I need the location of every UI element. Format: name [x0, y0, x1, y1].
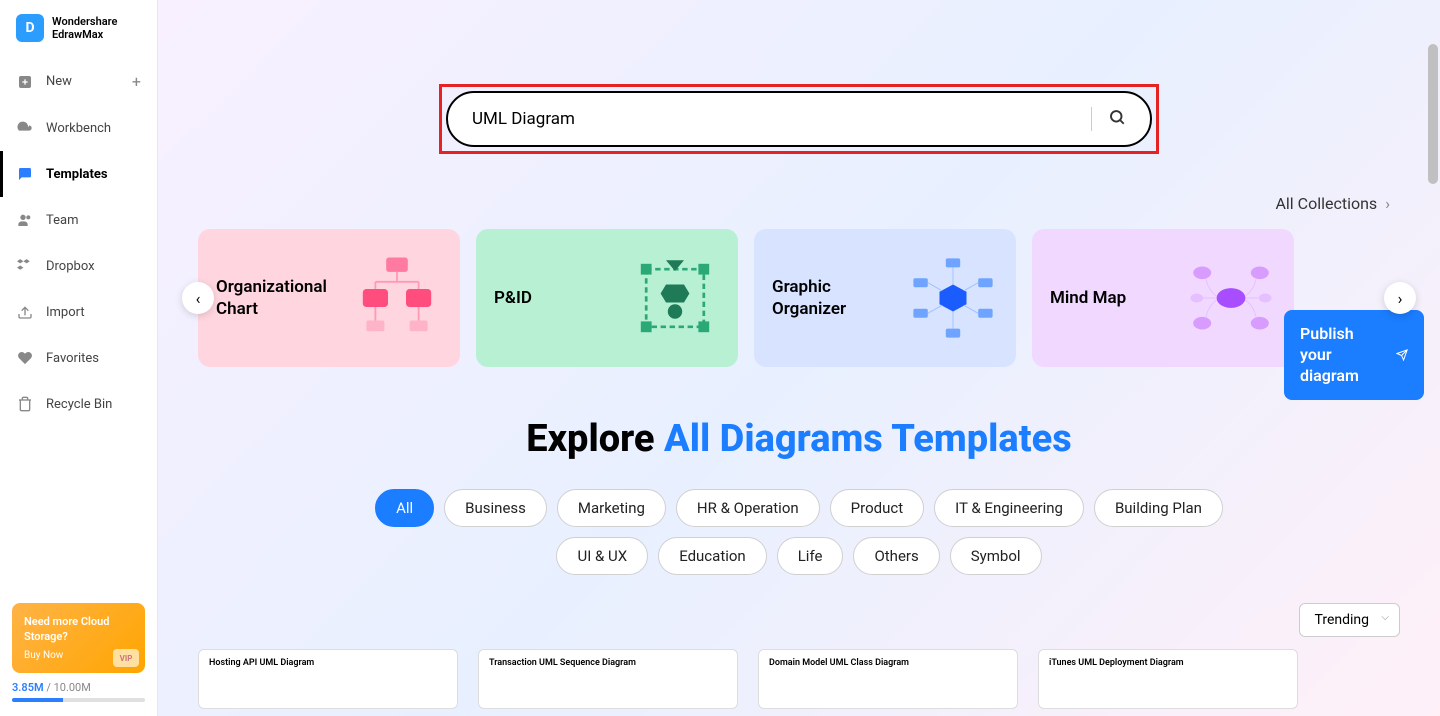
pill-building-plan[interactable]: Building Plan	[1094, 489, 1223, 527]
sort-row: Trending ⌵	[198, 603, 1400, 637]
card-illustration	[630, 253, 720, 343]
collections-row: All Collections ›	[198, 194, 1400, 213]
dropbox-icon	[16, 257, 34, 275]
pill-product[interactable]: Product	[830, 489, 924, 527]
card-title: Mind Map	[1050, 287, 1126, 309]
cards-prev-button[interactable]: ‹	[182, 282, 214, 314]
sidebar: D Wondershare EdrawMax New + Workbench Temp…	[0, 0, 158, 716]
sidebar-item-label: Favorites	[46, 351, 99, 366]
category-card-pid[interactable]: P&ID	[476, 229, 738, 367]
storage-bar-fill	[12, 698, 63, 702]
search-divider	[1091, 107, 1092, 131]
card-illustration	[908, 253, 998, 343]
pill-marketing[interactable]: Marketing	[557, 489, 666, 527]
sidebar-item-team[interactable]: Team	[0, 197, 157, 243]
storage-promo[interactable]: Need more Cloud Storage? Buy Now VIP	[12, 603, 145, 673]
template-card[interactable]: Hosting API UML Diagram	[198, 649, 458, 709]
message-square-icon	[16, 165, 34, 183]
trash-icon	[16, 395, 34, 413]
publish-diagram-button[interactable]: Publish your diagram	[1284, 310, 1424, 400]
template-card[interactable]: Domain Model UML Class Diagram	[758, 649, 1018, 709]
search-button[interactable]	[1108, 108, 1126, 130]
storage-usage: 3.85M / 10.00M	[0, 681, 157, 702]
card-illustration	[1186, 253, 1276, 343]
sidebar-item-dropbox[interactable]: Dropbox	[0, 243, 157, 289]
upload-icon	[16, 303, 34, 321]
pill-all[interactable]: All	[375, 489, 434, 527]
card-title: Graphic Organizer	[772, 276, 846, 320]
sidebar-item-label: Team	[46, 213, 79, 228]
search-icon	[1108, 108, 1126, 126]
explore-title: Explore All Diagrams Templates	[198, 417, 1400, 461]
card-title: P&ID	[494, 287, 532, 309]
brand-logo[interactable]: D Wondershare EdrawMax	[0, 14, 157, 58]
main-content: All Collections › ‹ Organizational Chart…	[158, 0, 1440, 716]
search-box[interactable]	[446, 91, 1152, 147]
sidebar-item-import[interactable]: Import	[0, 289, 157, 335]
template-card[interactable]: Transaction UML Sequence Diagram	[478, 649, 738, 709]
sidebar-item-label: Dropbox	[46, 259, 95, 274]
pill-education[interactable]: Education	[658, 537, 767, 575]
sidebar-item-recycle-bin[interactable]: Recycle Bin	[0, 381, 157, 427]
pill-life[interactable]: Life	[777, 537, 844, 575]
sidebar-item-templates[interactable]: Templates	[0, 151, 157, 197]
storage-total: 10.00M	[54, 681, 91, 694]
scrollbar-thumb[interactable]	[1428, 44, 1438, 184]
category-pills: All Business Marketing HR & Operation Produc…	[349, 489, 1249, 575]
sidebar-item-workbench[interactable]: Workbench	[0, 105, 157, 151]
heart-icon	[16, 349, 34, 367]
sidebar-item-new[interactable]: New +	[0, 58, 157, 105]
category-cards-row: ‹ Organizational ChartP&IDGraphic Organi…	[198, 229, 1400, 367]
search-input[interactable]	[472, 109, 1075, 129]
category-card-graphic[interactable]: Graphic Organizer	[754, 229, 1016, 367]
storage-promo-title: Need more Cloud Storage?	[24, 615, 133, 644]
pill-ui-ux[interactable]: UI & UX	[556, 537, 648, 575]
brand-name: Wondershare EdrawMax	[52, 15, 117, 41]
plus-square-icon	[16, 73, 34, 91]
pill-symbol[interactable]: Symbol	[950, 537, 1042, 575]
pill-business[interactable]: Business	[444, 489, 547, 527]
sidebar-item-label: Workbench	[46, 121, 111, 136]
card-title: Organizational Chart	[216, 276, 327, 320]
plus-icon[interactable]: +	[132, 72, 141, 91]
chevron-right-icon: ›	[1385, 194, 1390, 213]
storage-used: 3.85M	[12, 681, 44, 694]
pill-hr-operation[interactable]: HR & Operation	[676, 489, 820, 527]
sort-dropdown[interactable]: Trending ⌵	[1299, 603, 1400, 637]
brand-logo-icon: D	[16, 14, 44, 42]
sidebar-item-label: Import	[46, 305, 85, 320]
category-card-org[interactable]: Organizational Chart	[198, 229, 460, 367]
pill-it-engineering[interactable]: IT & Engineering	[934, 489, 1084, 527]
users-icon	[16, 211, 34, 229]
sidebar-item-label: Templates	[46, 167, 108, 182]
storage-bar	[12, 698, 145, 702]
pill-others[interactable]: Others	[853, 537, 939, 575]
search-highlight-box	[439, 84, 1159, 154]
sidebar-item-favorites[interactable]: Favorites	[0, 335, 157, 381]
chevron-down-icon: ⌵	[1381, 612, 1389, 623]
templates-grid: Hosting API UML Diagram Transaction UML S…	[198, 649, 1400, 709]
sidebar-item-label: New	[46, 74, 72, 89]
template-card[interactable]: iTunes UML Deployment Diagram	[1038, 649, 1298, 709]
card-illustration	[352, 253, 442, 343]
send-icon	[1396, 344, 1408, 366]
sidebar-item-label: Recycle Bin	[46, 397, 112, 412]
all-collections-link[interactable]: All Collections	[1275, 194, 1377, 213]
category-card-mind[interactable]: Mind Map	[1032, 229, 1294, 367]
vip-badge: VIP	[113, 649, 139, 667]
cards-next-button[interactable]: ›	[1384, 282, 1416, 314]
cloud-icon	[16, 119, 34, 137]
